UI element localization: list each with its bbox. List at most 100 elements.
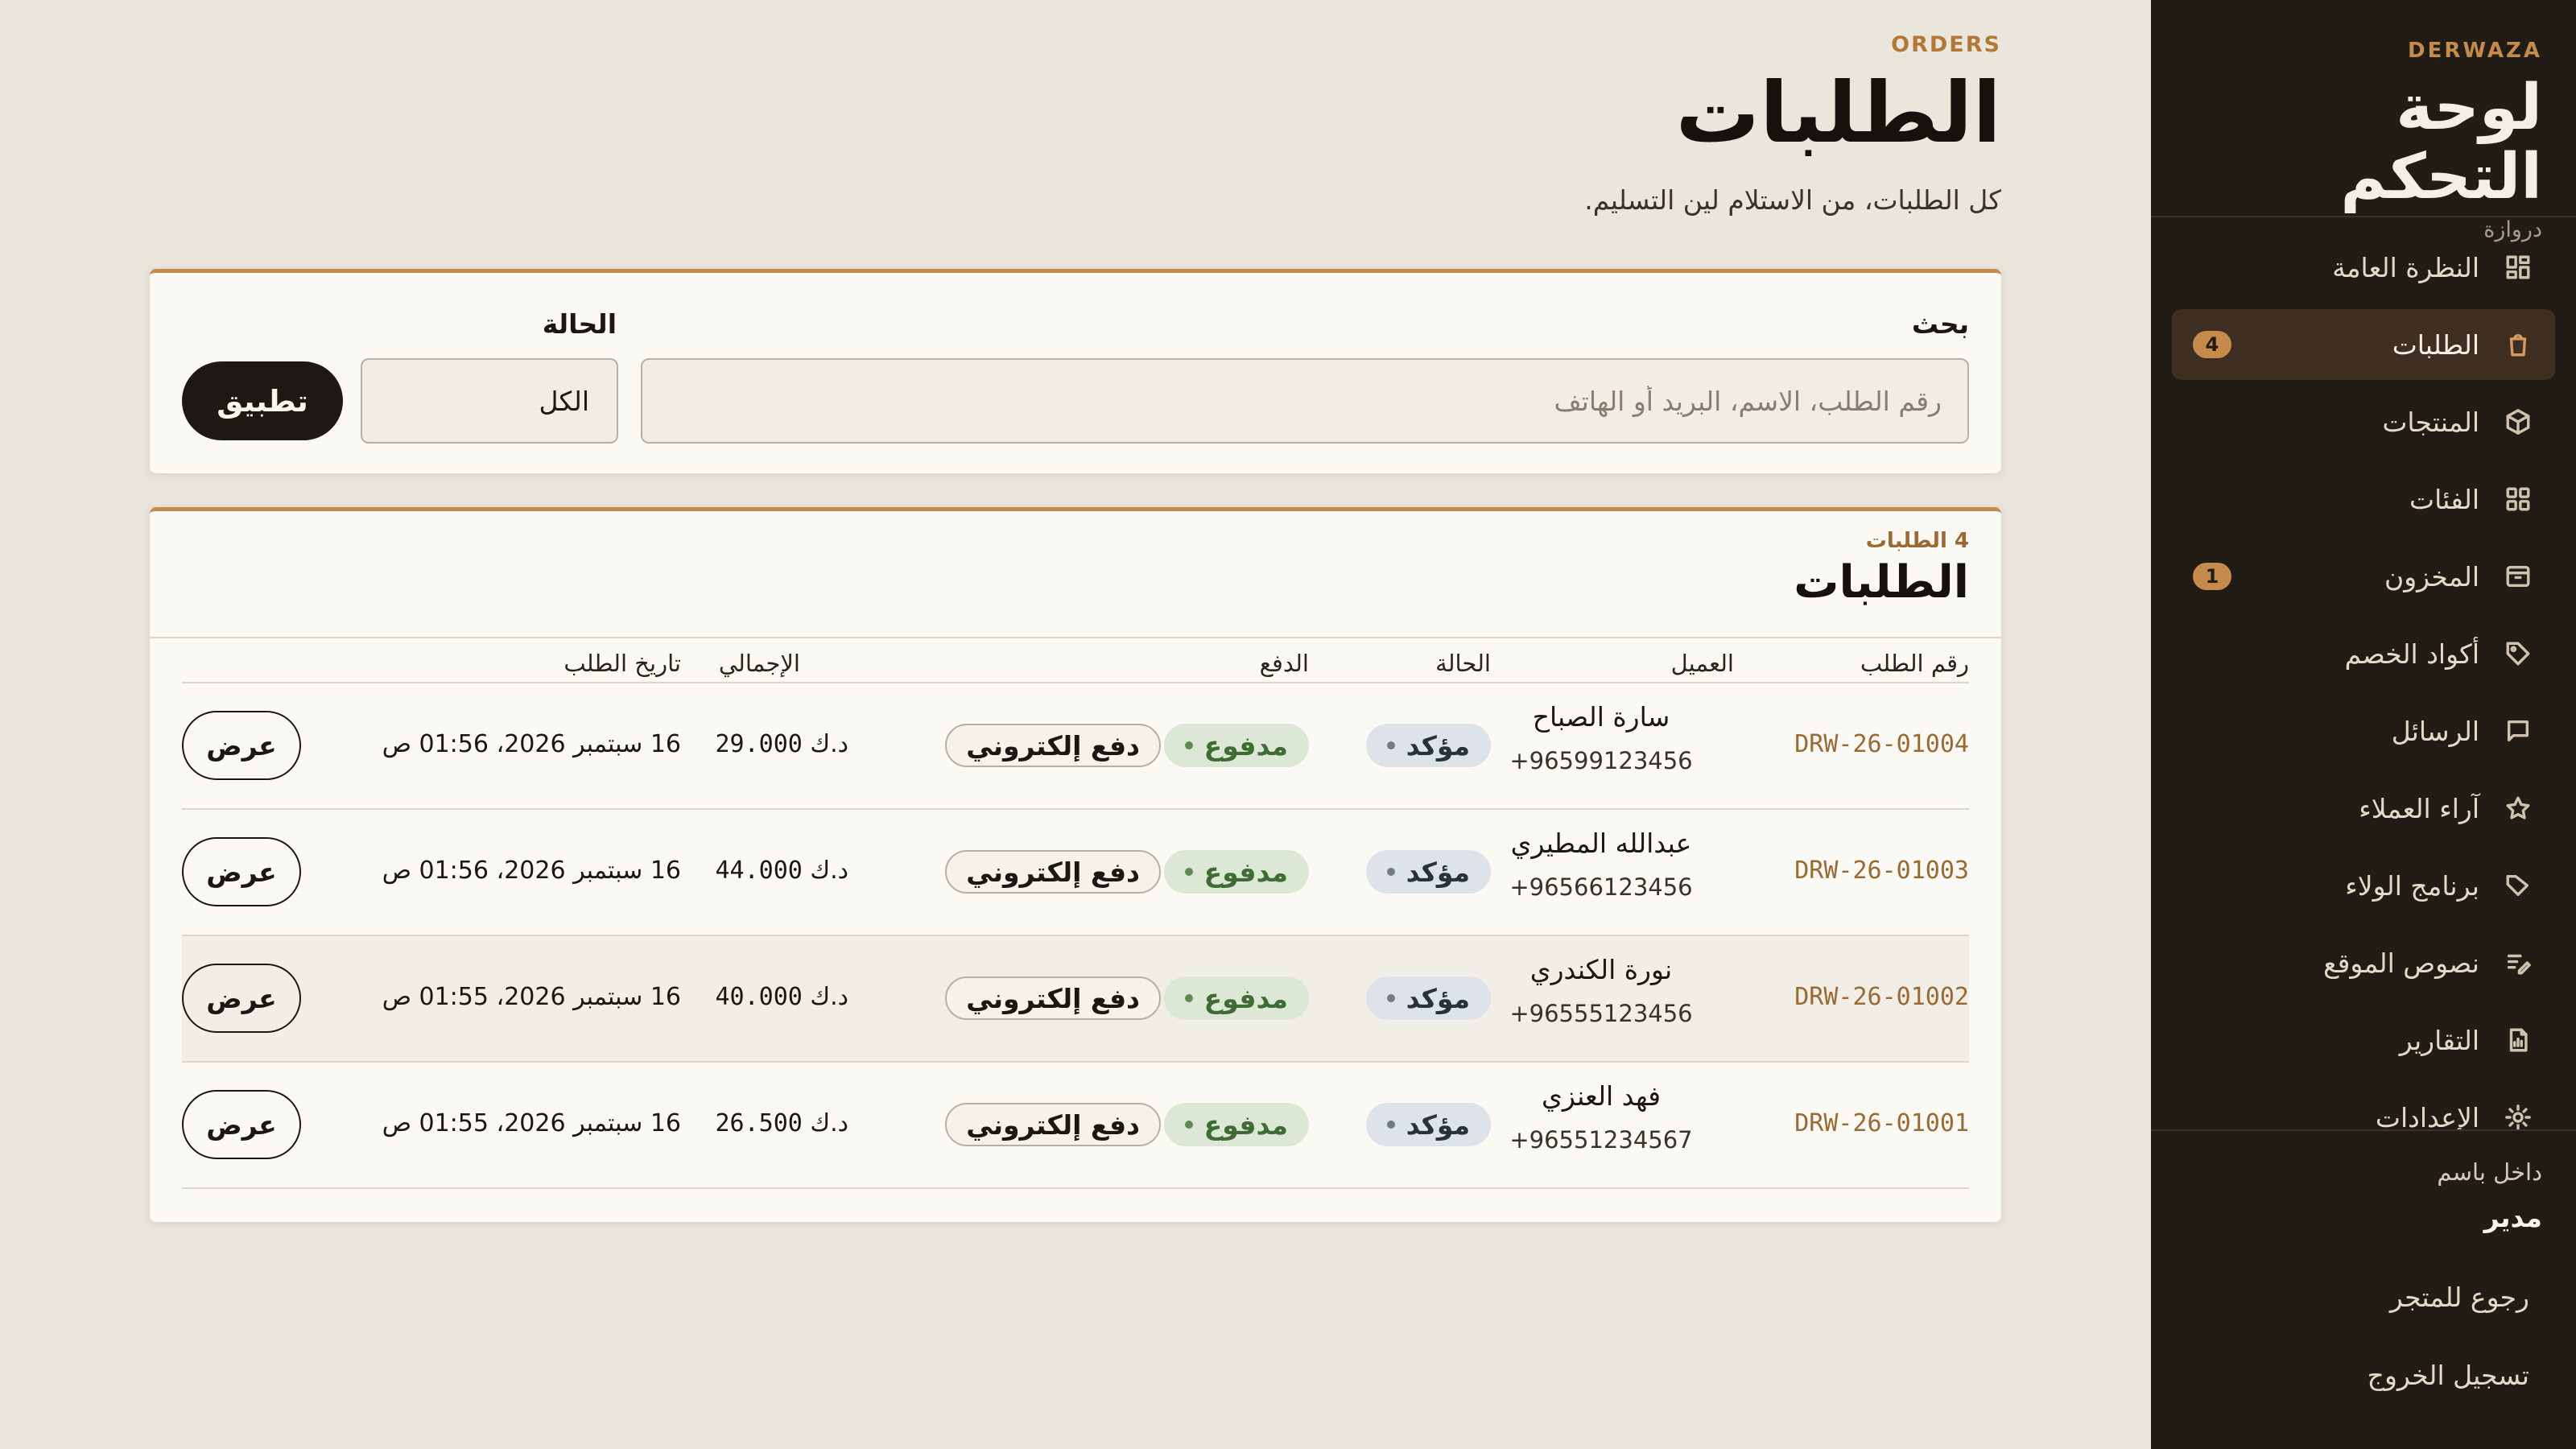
payment-status-cell: مدفوع — [1163, 724, 1309, 767]
sidebar-item-label: التقارير — [2399, 1024, 2479, 1056]
sidebar-item-label: الطلبات — [2392, 328, 2479, 361]
sidebar-item-overview[interactable]: النظرة العامة — [2172, 232, 2555, 303]
view-order-button[interactable]: عرض — [182, 1090, 301, 1159]
status-badge: مؤكد — [1365, 850, 1491, 894]
sidebar-item-label: أكواد الخصم — [2344, 638, 2479, 670]
sidebar-item-reports[interactable]: التقارير — [2172, 1005, 2555, 1075]
sidebar-item-reviews[interactable]: آراء العملاء — [2172, 773, 2555, 844]
currency: د.ك — [810, 730, 848, 758]
payment-status-badge: مدفوع — [1163, 850, 1309, 894]
order-number[interactable]: DRW-26-01003 — [1794, 857, 1969, 885]
orders-table: رقم الطلب العميل الحالة الدفع الإجمالي ت… — [182, 640, 1969, 1189]
sidebar-item-products[interactable]: المنتجات — [2172, 386, 2555, 457]
table-row[interactable]: DRW-26-01001 فهد العنزي +96551234567 مؤك… — [182, 1063, 1969, 1189]
status-badge: مؤكد — [1365, 976, 1491, 1020]
table-row[interactable]: DRW-26-01002 نورة الكندري +96555123456 م… — [182, 936, 1969, 1063]
status-filter-select[interactable]: الكل — [361, 358, 618, 444]
status-badge: مؤكد — [1365, 1103, 1491, 1146]
box-icon — [2502, 406, 2534, 438]
page-header: ORDERS الطلبات كل الطلبات، من الاستلام ل… — [1584, 32, 2001, 216]
sidebar-item-categories[interactable]: الفئات — [2172, 464, 2555, 535]
back-to-store-link[interactable]: رجوع للمتجر — [2185, 1282, 2542, 1313]
report-icon — [2502, 1024, 2534, 1056]
column-header-total[interactable]: الإجمالي — [719, 650, 800, 677]
column-header-number[interactable]: رقم الطلب — [1860, 650, 1969, 677]
loyalty-tag-icon — [2502, 869, 2534, 902]
archive-icon — [2502, 560, 2534, 592]
paid-dot-icon — [1184, 741, 1193, 749]
sidebar-item-label: الفئات — [2409, 483, 2479, 515]
apply-button[interactable]: تطبيق — [182, 361, 343, 440]
status-cell: مؤكد — [1365, 724, 1491, 767]
table-header: رقم الطلب العميل الحالة الدفع الإجمالي ت… — [182, 640, 1969, 683]
payment-status-text: مدفوع — [1203, 729, 1288, 762]
page-description: كل الطلبات، من الاستلام لين التسليم. — [1584, 184, 2001, 216]
sidebar-item-label: نصوص الموقع — [2323, 947, 2479, 979]
sidebar-item-orders[interactable]: الطلبات 4 — [2172, 309, 2555, 380]
total-cell: د.ك 40.000 — [715, 983, 848, 1011]
payment-method-cell: دفع إلكتروني — [945, 1103, 1161, 1146]
user-name: مدير — [2483, 1202, 2542, 1233]
status-cell: مؤكد — [1365, 1103, 1491, 1146]
page-title: الطلبات — [1675, 64, 2001, 162]
table-row[interactable]: DRW-26-01003 عبدالله المطيري +9656612345… — [182, 810, 1969, 936]
orders-count-badge: 4 — [2193, 331, 2231, 358]
status-text: مؤكد — [1406, 729, 1470, 762]
payment-method-cell: دفع إلكتروني — [945, 976, 1161, 1020]
sidebar-item-label: برنامج الولاء — [2345, 869, 2479, 902]
sidebar-item-label: النظرة العامة — [2332, 251, 2479, 283]
view-order-button[interactable]: عرض — [182, 964, 301, 1033]
payment-status-cell: مدفوع — [1163, 1103, 1309, 1146]
status-filter-value: الكل — [539, 385, 589, 417]
order-number[interactable]: DRW-26-01002 — [1794, 983, 1969, 1011]
view-order-button[interactable]: عرض — [182, 837, 301, 906]
sidebar-item-inventory[interactable]: المخزون 1 — [2172, 541, 2555, 612]
search-input[interactable] — [641, 358, 1969, 444]
payment-method-cell: دفع إلكتروني — [945, 850, 1161, 894]
view-order-button[interactable]: عرض — [182, 711, 301, 780]
payment-method-cell: دفع إلكتروني — [945, 724, 1161, 767]
sidebar-nav: النظرة العامة الطلبات 4 المنتجات الفئات — [2151, 217, 2576, 1131]
status-filter-label: الحالة — [542, 308, 617, 340]
payment-method-badge: دفع إلكتروني — [945, 850, 1161, 894]
sidebar-item-coupons[interactable]: أكواد الخصم — [2172, 618, 2555, 689]
status-dot-icon — [1386, 741, 1395, 749]
customer-phone: +96551234567 — [1509, 1126, 1693, 1154]
table-row[interactable]: DRW-26-01004 سارة الصباح +96599123456 مؤ… — [182, 683, 1969, 810]
column-header-customer[interactable]: العميل — [1671, 650, 1734, 677]
order-date: 16 سبتمبر 2026، 01:55 ص — [382, 983, 681, 1011]
message-icon — [2502, 715, 2534, 747]
column-header-payment[interactable]: الدفع — [1260, 650, 1309, 677]
sidebar-item-settings[interactable]: الإعدادات — [2172, 1082, 2555, 1131]
payment-status-badge: مدفوع — [1163, 1103, 1309, 1146]
signed-in-label: داخل باسم — [2437, 1158, 2542, 1186]
orders-count: 4 الطلبات — [1865, 529, 1969, 553]
sidebar-item-messages[interactable]: الرسائل — [2172, 696, 2555, 766]
total-cell: د.ك 44.000 — [715, 857, 848, 885]
customer-name: فهد العنزي — [1542, 1080, 1661, 1112]
sidebar-item-label: الرسائل — [2391, 715, 2479, 747]
inventory-alert-badge: 1 — [2193, 563, 2231, 590]
brand-block: DERWAZA لوحة التحكم دروازة — [2151, 0, 2576, 242]
currency: د.ك — [810, 857, 848, 885]
payment-method-badge: دفع إلكتروني — [945, 976, 1161, 1020]
column-header-date[interactable]: تاريخ الطلب — [564, 650, 681, 677]
sidebar-item-site-texts[interactable]: نصوص الموقع — [2172, 927, 2555, 998]
status-text: مؤكد — [1406, 856, 1470, 888]
status-dot-icon — [1386, 994, 1395, 1002]
customer-cell: نورة الكندري +96555123456 — [1484, 954, 1718, 1027]
total-cell: د.ك 26.500 — [715, 1109, 848, 1137]
sidebar-item-label: الإعدادات — [2375, 1101, 2479, 1131]
status-dot-icon — [1386, 868, 1395, 876]
order-number[interactable]: DRW-26-01001 — [1794, 1109, 1969, 1137]
total-amount: 40.000 — [715, 983, 803, 1011]
user-block: داخل باسم مدير رجوع للمتجر تسجيل الخروج — [2151, 1131, 2576, 1391]
order-number[interactable]: DRW-26-01004 — [1794, 730, 1969, 758]
column-header-status[interactable]: الحالة — [1435, 650, 1491, 677]
tag-icon — [2502, 638, 2534, 670]
payment-method-badge: دفع إلكتروني — [945, 1103, 1161, 1146]
status-cell: مؤكد — [1365, 850, 1491, 894]
main-content: ORDERS الطلبات كل الطلبات، من الاستلام ل… — [0, 0, 2151, 1449]
logout-link[interactable]: تسجيل الخروج — [2185, 1360, 2542, 1391]
sidebar-item-loyalty[interactable]: برنامج الولاء — [2172, 850, 2555, 921]
